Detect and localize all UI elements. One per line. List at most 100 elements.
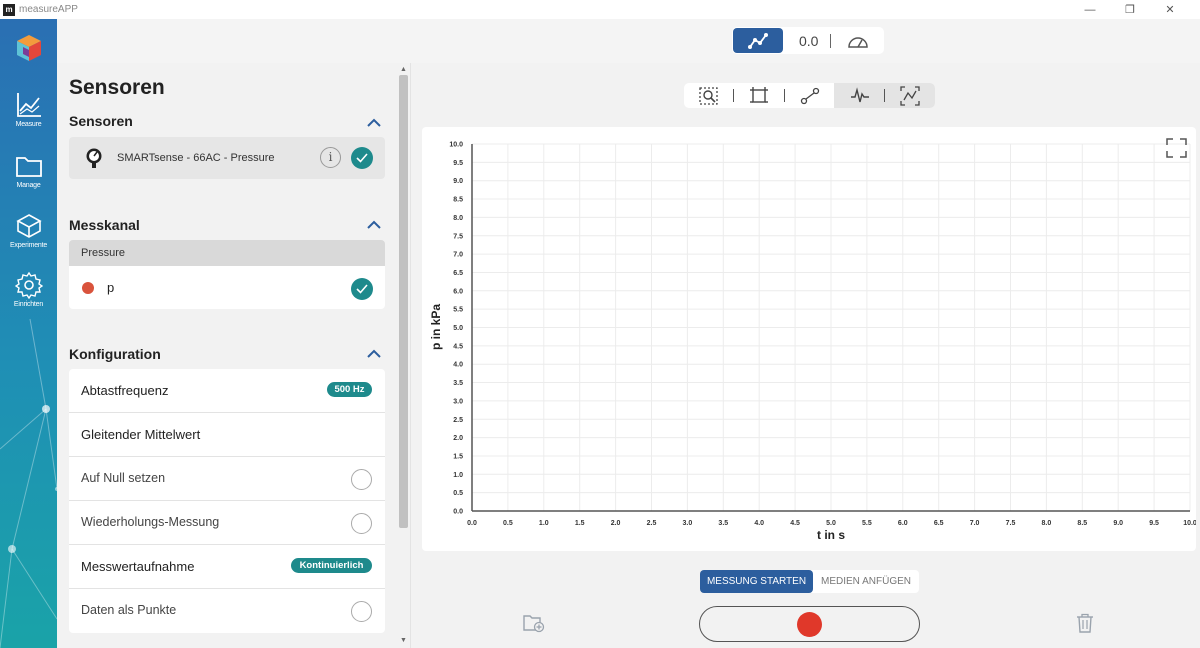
acquisition-mode-badge[interactable]: Kontinuierlich xyxy=(291,558,372,573)
attach-media-tab[interactable]: MEDIEN ANFÜGEN xyxy=(813,570,919,593)
chart-grid xyxy=(471,143,1191,512)
channel-row[interactable]: p xyxy=(69,266,385,309)
config-label: Gleitender Mittelwert xyxy=(81,427,201,442)
gauge-mode-button[interactable] xyxy=(847,33,869,49)
gear-icon xyxy=(14,271,43,299)
y-tick-label: 7.5 xyxy=(453,233,463,240)
nav-label: Measure xyxy=(15,121,42,128)
nav-label: Experimente xyxy=(9,242,48,249)
record-button[interactable] xyxy=(699,606,920,642)
sample-rate-badge[interactable]: 500 Hz xyxy=(327,382,372,397)
checkmark-icon xyxy=(356,153,368,163)
x-tick-label: 6.0 xyxy=(898,520,908,527)
y-tick-label: 4.5 xyxy=(453,343,463,350)
nav-manage[interactable]: Manage xyxy=(0,152,57,189)
scroll-down-icon[interactable]: ▼ xyxy=(400,637,407,644)
pressure-sensor-icon xyxy=(86,148,102,168)
channel-heading: Messkanal xyxy=(69,217,140,233)
y-tick-label: 4.0 xyxy=(453,362,463,369)
fit-curve-icon[interactable] xyxy=(900,86,920,106)
points-toggle[interactable] xyxy=(351,601,372,622)
x-tick-label: 4.5 xyxy=(790,520,800,527)
config-row-zero[interactable]: Auf Null setzen xyxy=(69,457,385,501)
nav-experimente[interactable]: Experimente xyxy=(0,212,57,249)
config-card: Abtastfrequenz 500 Hz Gleitender Mittelw… xyxy=(69,369,385,633)
x-tick-label: 1.5 xyxy=(575,520,585,527)
x-tick-label: 2.5 xyxy=(647,520,657,527)
window-title: measureAPP xyxy=(19,4,78,15)
cube-icon xyxy=(15,214,42,238)
trash-icon[interactable] xyxy=(1076,613,1094,633)
sensors-heading: Sensoren xyxy=(69,113,133,129)
x-tick-label: 7.0 xyxy=(970,520,980,527)
zero-toggle[interactable] xyxy=(351,469,372,490)
config-label: Abtastfrequenz xyxy=(81,383,169,398)
x-tick-label: 3.0 xyxy=(683,520,693,527)
chart-card[interactable]: 0.0 0.5 1.0 1.5 2.0 2.5 3.0 3.5 4.0 4.5 5.0 5.5 6.0 6… xyxy=(422,127,1196,551)
y-tick-label: 9.5 xyxy=(453,160,463,167)
separator xyxy=(733,89,734,102)
config-row-acquisition[interactable]: Messwertaufnahme Kontinuierlich xyxy=(69,545,385,589)
y-tick-label: 10.0 xyxy=(449,142,463,149)
y-axis-ticks: 0.0 0.5 1.0 1.5 2.0 2.5 3.0 3.5 4.0 4.5 5.0 5.5 6.0 6… xyxy=(449,142,463,516)
x-axis-ticks: 0.0 0.5 1.0 1.5 2.0 2.5 3.0 3.5 4.0 4.5 5.0 5.5 6.0 6… xyxy=(467,520,1196,527)
sensor-card[interactable]: SMARTsense - 66AC - Pressure i xyxy=(69,137,385,179)
info-icon[interactable]: i xyxy=(320,147,341,168)
scroll-up-icon[interactable]: ▲ xyxy=(400,66,407,73)
scroll-thumb[interactable] xyxy=(399,75,408,528)
gauge-icon xyxy=(848,36,869,48)
config-row-sample-rate[interactable]: Abtastfrequenz 500 Hz xyxy=(69,369,385,413)
sensor-name: SMARTsense - 66AC - Pressure xyxy=(117,152,275,164)
config-row-points[interactable]: Daten als Punkte xyxy=(69,589,385,633)
repeat-toggle[interactable] xyxy=(351,513,372,534)
pressure-chart[interactable]: 0.0 0.5 1.0 1.5 2.0 2.5 3.0 3.5 4.0 4.5 5.0 5.5 6.0 6… xyxy=(422,127,1196,551)
nav-label: Einrichten xyxy=(13,301,44,308)
zoom-area-icon[interactable] xyxy=(699,87,719,105)
x-tick-label: 2.0 xyxy=(611,520,621,527)
value-mode-button[interactable]: 0.0 xyxy=(799,33,818,49)
channel-color-dot xyxy=(82,282,94,294)
add-folder-icon[interactable] xyxy=(523,613,545,633)
config-label: Auf Null setzen xyxy=(81,471,166,485)
graph-mode-button[interactable] xyxy=(733,28,783,53)
chevron-up-icon[interactable] xyxy=(366,118,382,128)
x-tick-label: 8.0 xyxy=(1042,520,1052,527)
title-bar: m measureAPP — ❐ ✕ xyxy=(0,0,1200,19)
chevron-up-icon[interactable] xyxy=(366,349,382,359)
x-tick-label: 8.5 xyxy=(1077,520,1087,527)
panel-scrollbar[interactable]: ▲ ▼ xyxy=(397,63,410,648)
x-tick-label: 5.5 xyxy=(862,520,872,527)
signal-icon[interactable] xyxy=(850,87,870,105)
fit-frame-icon[interactable] xyxy=(750,87,768,105)
chart-line-icon xyxy=(16,93,41,117)
config-row-moving-average[interactable]: Gleitender Mittelwert xyxy=(69,413,385,457)
nav-measure[interactable]: Measure xyxy=(0,91,57,128)
sensor-selected-checkbox[interactable] xyxy=(351,147,373,169)
app-logo-icon: m xyxy=(3,3,15,16)
view-mode-switch: 0.0 xyxy=(732,27,884,54)
y-tick-label: 2.5 xyxy=(453,417,463,424)
y-tick-label: 3.0 xyxy=(453,398,463,405)
y-tick-label: 7.0 xyxy=(453,252,463,259)
y-tick-label: 8.5 xyxy=(453,197,463,204)
start-measurement-tab[interactable]: MESSUNG STARTEN xyxy=(700,570,813,593)
x-tick-label: 9.5 xyxy=(1149,520,1159,527)
separator xyxy=(830,33,832,48)
top-bar: 0.0 xyxy=(57,19,1200,63)
channel-selected-checkbox[interactable] xyxy=(351,278,373,300)
line-tool-icon[interactable] xyxy=(800,87,820,105)
x-tick-label: 10.0 xyxy=(1183,520,1196,527)
checkmark-icon xyxy=(356,284,368,294)
nav-einrichten[interactable]: Einrichten xyxy=(0,271,57,308)
config-row-repeat[interactable]: Wiederholungs-Messung xyxy=(69,501,385,545)
chevron-up-icon[interactable] xyxy=(366,220,382,230)
fullscreen-icon[interactable] xyxy=(1166,138,1187,158)
y-tick-label: 6.0 xyxy=(453,288,463,295)
x-tick-label: 6.5 xyxy=(934,520,944,527)
y-tick-label: 1.5 xyxy=(453,453,463,460)
separator xyxy=(784,89,785,102)
minimize-button[interactable]: — xyxy=(1070,4,1110,16)
close-button[interactable]: ✕ xyxy=(1150,3,1190,16)
maximize-button[interactable]: ❐ xyxy=(1110,3,1150,16)
x-tick-label: 3.5 xyxy=(718,520,728,527)
